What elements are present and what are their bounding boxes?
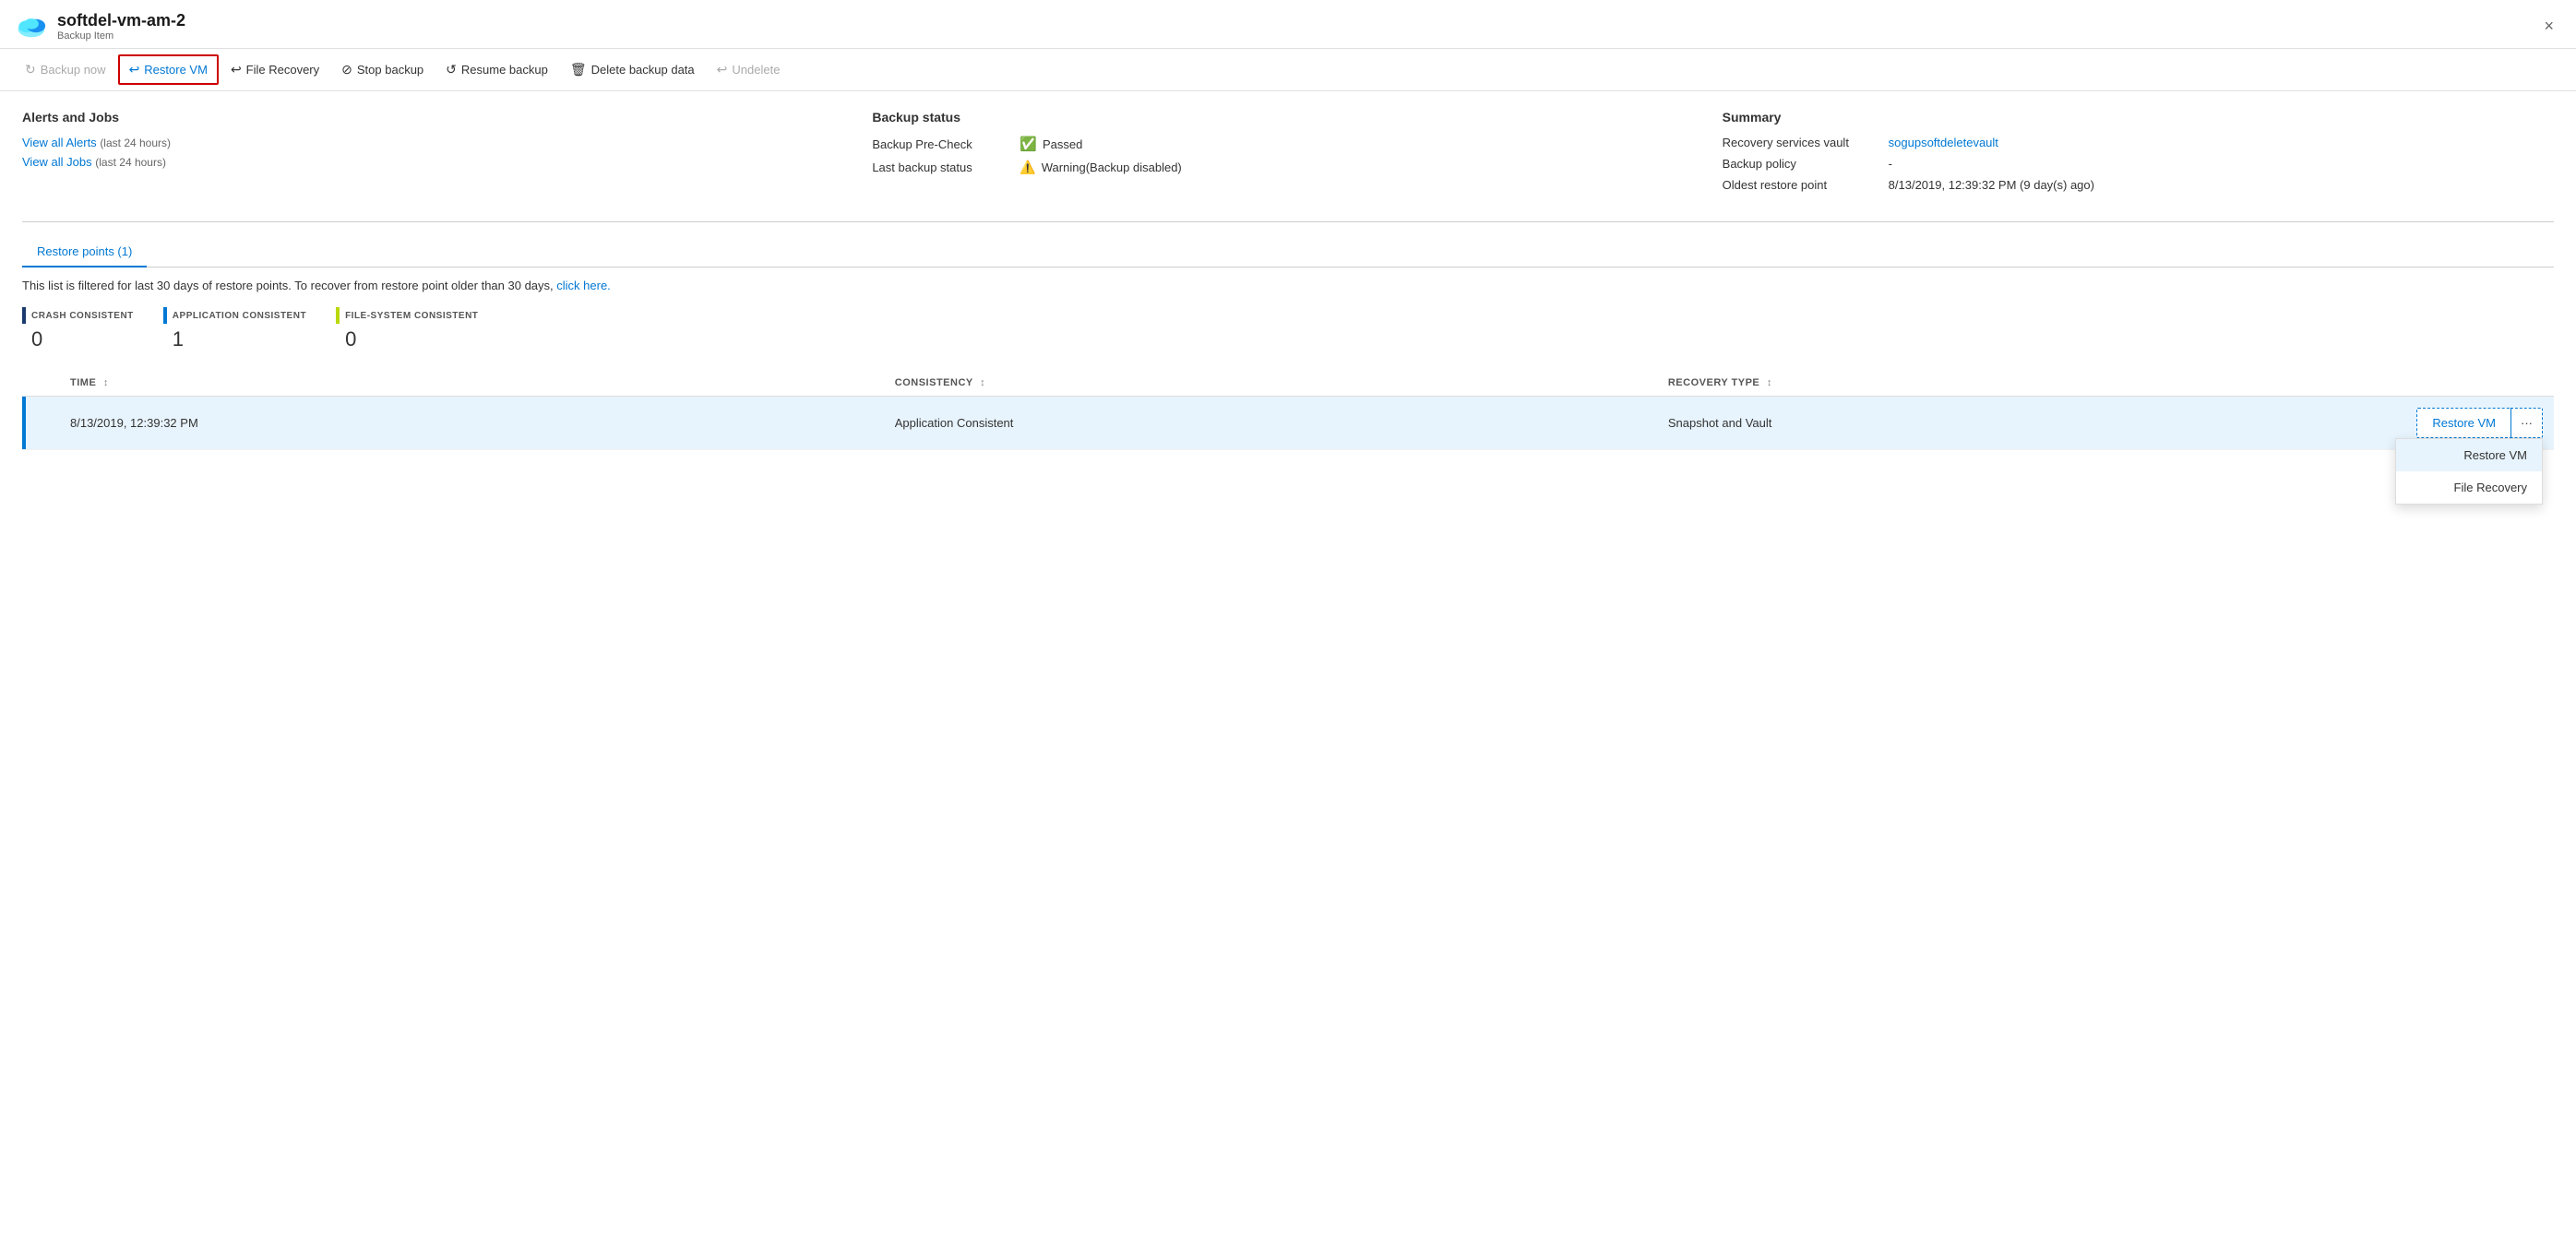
time-cell: 8/13/2019, 12:39:32 PM xyxy=(59,397,884,450)
dropdown-file-recovery[interactable]: File Recovery xyxy=(2396,471,2542,504)
table-body: 8/13/2019, 12:39:32 PM Application Consi… xyxy=(22,397,2554,450)
filter-text: This list is filtered for last 30 days o… xyxy=(22,279,2554,292)
backup-status-section: Backup status Backup Pre-Check ✅ Passed … xyxy=(872,110,1703,199)
oldest-restore-row: Oldest restore point 8/13/2019, 12:39:32… xyxy=(1723,178,2554,192)
delete-backup-label: Delete backup data xyxy=(591,63,695,77)
undelete-label: Undelete xyxy=(732,63,780,77)
time-col-header[interactable]: TIME ↕ xyxy=(59,370,884,397)
policy-label: Backup policy xyxy=(1723,157,1889,171)
summary-section: Summary Recovery services vault sogupsof… xyxy=(1723,110,2554,199)
table-header: TIME ↕ CONSISTENCY ↕ RECOVERY TYPE ↕ xyxy=(22,370,2554,397)
vault-value: sogupsoftdeletevault xyxy=(1889,136,1998,149)
backup-precheck-value: ✅ Passed xyxy=(1020,136,1082,152)
main-content: Alerts and Jobs View all Alerts (last 24… xyxy=(0,91,2576,469)
resume-backup-label: Resume backup xyxy=(461,63,548,77)
view-all-alerts-link[interactable]: View all Alerts (last 24 hours) xyxy=(22,136,853,149)
legend: CRASH CONSISTENT 0 APPLICATION CONSISTEN… xyxy=(22,307,2554,351)
context-menu: Restore VM File Recovery xyxy=(2395,438,2543,505)
legend-crash-consistent: CRASH CONSISTENT 0 xyxy=(22,307,134,351)
resume-backup-button[interactable]: ↺ Resume backup xyxy=(435,55,558,84)
undelete-button[interactable]: ↩ Undelete xyxy=(707,55,791,84)
undelete-icon: ↩ xyxy=(717,62,728,77)
vault-row: Recovery services vault sogupsoftdeletev… xyxy=(1723,136,2554,149)
restore-points-table: TIME ↕ CONSISTENCY ↕ RECOVERY TYPE ↕ xyxy=(22,370,2554,450)
header: softdel-vm-am-2 Backup Item × xyxy=(0,0,2576,49)
row-indicator xyxy=(22,397,26,449)
backup-precheck-label: Backup Pre-Check xyxy=(872,137,1020,151)
more-options-button[interactable]: ··· xyxy=(2510,408,2543,438)
restore-vm-button[interactable]: ↩ Restore VM xyxy=(118,54,219,85)
vault-label: Recovery services vault xyxy=(1723,136,1889,149)
oldest-restore-value: 8/13/2019, 12:39:32 PM (9 day(s) ago) xyxy=(1889,178,2094,192)
policy-row: Backup policy - xyxy=(1723,157,2554,171)
app-bar xyxy=(163,307,167,324)
consistency-sort-icon: ↕ xyxy=(980,377,985,388)
backup-precheck-row: Backup Pre-Check ✅ Passed xyxy=(872,136,1703,152)
more-dots-icon: ··· xyxy=(2521,416,2533,430)
toolbar: ↻ Backup now ↩ Restore VM ↩ File Recover… xyxy=(0,49,2576,91)
consistency-cell: Application Consistent xyxy=(884,397,1657,450)
policy-value: - xyxy=(1889,157,1892,171)
view-all-jobs-link[interactable]: View all Jobs (last 24 hours) xyxy=(22,155,853,169)
oldest-restore-label: Oldest restore point xyxy=(1723,178,1889,192)
recovery-type-col-header[interactable]: RECOVERY TYPE ↕ xyxy=(1657,370,2351,397)
row-indicator-cell xyxy=(22,397,59,450)
info-row: Alerts and Jobs View all Alerts (last 24… xyxy=(22,110,2554,199)
indicator-col xyxy=(22,370,59,397)
last-backup-row: Last backup status ⚠️ Warning(Backup dis… xyxy=(872,160,1703,175)
legend-filesystem-consistent: FILE-SYSTEM CONSISTENT 0 xyxy=(336,307,478,351)
alerts-title: Alerts and Jobs xyxy=(22,110,853,125)
restore-vm-label: Restore VM xyxy=(144,63,208,77)
file-recovery-label: File Recovery xyxy=(246,63,319,77)
file-recovery-icon: ↩ xyxy=(231,62,242,77)
backup-now-icon: ↻ xyxy=(25,62,36,77)
warning-icon: ⚠️ xyxy=(1020,160,1035,175)
resume-backup-icon: ↺ xyxy=(446,62,457,77)
delete-backup-button[interactable]: 🗑 Delete backup data xyxy=(560,55,705,84)
actions-col-header xyxy=(2351,370,2554,397)
click-here-link[interactable]: click here. xyxy=(556,279,611,292)
table-row: 8/13/2019, 12:39:32 PM Application Consi… xyxy=(22,397,2554,450)
dropdown-restore-vm[interactable]: Restore VM xyxy=(2396,439,2542,471)
alerts-section: Alerts and Jobs View all Alerts (last 24… xyxy=(22,110,853,199)
divider xyxy=(22,221,2554,222)
header-title-block: softdel-vm-am-2 Backup Item xyxy=(57,11,185,42)
close-button[interactable]: × xyxy=(2536,13,2561,40)
restore-points-tab[interactable]: Restore points (1) xyxy=(22,237,147,267)
stop-backup-button[interactable]: ⊘ Stop backup xyxy=(331,55,434,84)
crash-count: 0 xyxy=(31,327,134,351)
backup-status-title: Backup status xyxy=(872,110,1703,125)
page-subtitle: Backup Item xyxy=(57,30,185,42)
last-backup-label: Last backup status xyxy=(872,160,1020,174)
recovery-type-cell: Snapshot and Vault xyxy=(1657,397,2351,450)
file-recovery-button[interactable]: ↩ File Recovery xyxy=(221,55,329,84)
time-sort-icon: ↕ xyxy=(103,377,109,388)
row-actions-cell: Restore VM ··· Restore VM File Recovery xyxy=(2351,397,2554,450)
fs-count: 0 xyxy=(345,327,478,351)
legend-app-consistent: APPLICATION CONSISTENT 1 xyxy=(163,307,306,351)
page-title: softdel-vm-am-2 xyxy=(57,11,185,30)
backup-now-label: Backup now xyxy=(41,63,106,77)
tab-bar: Restore points (1) xyxy=(22,237,2554,267)
row-restore-vm-button[interactable]: Restore VM xyxy=(2416,408,2510,438)
stop-backup-label: Stop backup xyxy=(357,63,423,77)
app-count: 1 xyxy=(173,327,306,351)
passed-icon: ✅ xyxy=(1020,136,1037,152)
restore-vm-icon: ↩ xyxy=(129,62,140,77)
last-backup-value: ⚠️ Warning(Backup disabled) xyxy=(1020,160,1181,175)
recovery-sort-icon: ↕ xyxy=(1767,377,1772,388)
vault-link[interactable]: sogupsoftdeletevault xyxy=(1889,136,1998,149)
summary-title: Summary xyxy=(1723,110,2554,125)
fs-bar xyxy=(336,307,340,324)
stop-backup-icon: ⊘ xyxy=(341,62,352,77)
azure-icon xyxy=(15,9,48,42)
backup-now-button[interactable]: ↻ Backup now xyxy=(15,55,116,84)
action-group: Restore VM ··· Restore VM File Recovery xyxy=(2416,408,2543,438)
header-left: softdel-vm-am-2 Backup Item xyxy=(15,9,185,42)
consistency-col-header[interactable]: CONSISTENCY ↕ xyxy=(884,370,1657,397)
crash-bar xyxy=(22,307,26,324)
delete-backup-icon: 🗑 xyxy=(570,62,587,77)
